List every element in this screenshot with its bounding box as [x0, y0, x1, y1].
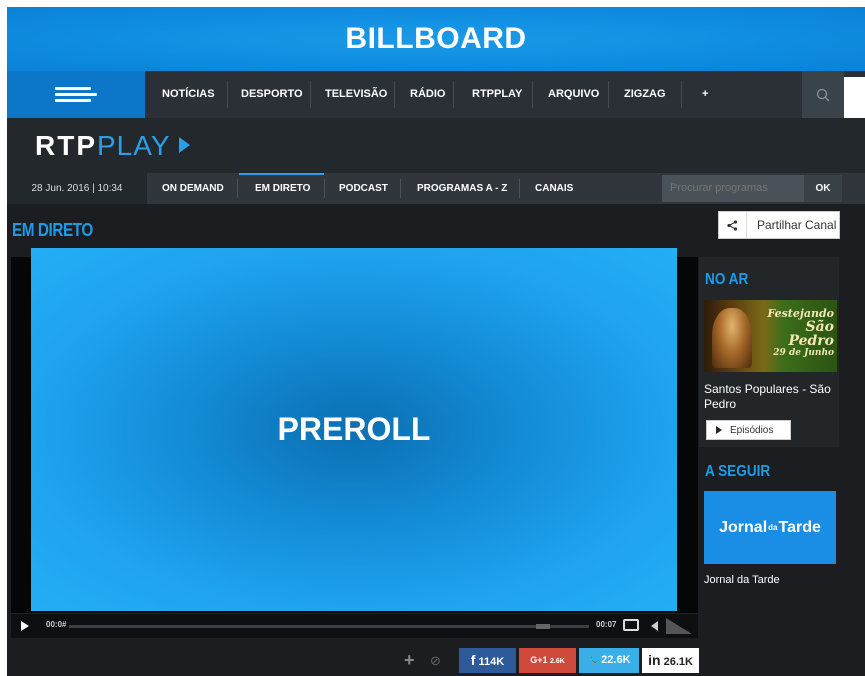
nav-arquivo[interactable]: ARQUIVO [548, 71, 599, 118]
now-playing-title: NO AR [705, 271, 749, 288]
twitter-icon: 🐦 [587, 654, 602, 666]
gplus-label: G+1 [530, 655, 548, 665]
hide-icon[interactable]: ⊘ [430, 648, 441, 673]
player-controls: 00:0# 00:07 [11, 613, 698, 638]
nav-zigzag[interactable]: ZIGZAG [624, 71, 666, 118]
tab-em-direto[interactable]: EM DIRETO [255, 173, 310, 204]
video-player[interactable]: PREROLL 00:0# 00:07 [11, 248, 698, 638]
nav-desporto[interactable]: DESPORTO [241, 71, 303, 118]
current-date: 28 Jun. 2016 | 10:34 [7, 173, 147, 204]
rtp-lines-icon [55, 87, 97, 102]
billboard-label: BILLBOARD [345, 22, 527, 55]
preroll-ad[interactable]: PREROLL [31, 248, 677, 611]
tab-on-demand[interactable]: ON DEMAND [162, 173, 224, 204]
play-icon[interactable] [21, 621, 29, 631]
search-icon [816, 88, 830, 101]
thumbnail-caption: Festejando São Pedro 29 de Junho [767, 307, 834, 358]
elapsed-time: 00:0# [46, 620, 67, 629]
main-content: EM DIRETO Partilhar Canal PREROLL 00:0# … [7, 204, 865, 676]
brand-rtp: RTP [35, 130, 97, 161]
twitter-share-button[interactable]: 🐦22.6K [579, 648, 639, 673]
preroll-label: PREROLL [277, 411, 431, 447]
up-next-title: A SEGUIR [705, 463, 771, 480]
share-icon [719, 212, 747, 238]
now-playing-thumbnail[interactable]: Festejando São Pedro 29 de Junho [704, 300, 837, 372]
play-icon [716, 426, 722, 434]
facebook-share-button[interactable]: f 114K [459, 648, 516, 673]
twitter-count: 22.6K [601, 654, 631, 666]
nav-more[interactable]: + [702, 71, 708, 118]
linkedin-icon: in [648, 652, 661, 668]
remaining-time: 00:07 [596, 620, 617, 629]
linkedin-share-button[interactable]: in 26.1K [642, 648, 699, 673]
program-search-input[interactable] [662, 175, 804, 202]
seek-bar[interactable] [69, 625, 589, 628]
up-next-thumbnail[interactable]: Jornal da Tarde [704, 491, 836, 564]
share-label: Partilhar Canal [757, 218, 837, 232]
sub-navigation: 28 Jun. 2016 | 10:34 ON DEMAND EM DIRETO… [7, 173, 865, 204]
search-ok-button[interactable]: OK [804, 175, 842, 202]
white-tab [844, 77, 865, 118]
now-playing-show[interactable]: Santos Populares - São Pedro [704, 382, 839, 412]
linkedin-count: 26.1K [663, 656, 693, 668]
share-channel-button[interactable]: Partilhar Canal [718, 211, 840, 239]
gplus-share-button[interactable]: G+1 2.6K [519, 648, 576, 673]
saint-figure [712, 308, 752, 368]
brand-bar: RTPPLAY [7, 118, 865, 173]
up-next-show[interactable]: Jornal da Tarde [704, 574, 780, 586]
play-triangle-icon [178, 137, 190, 153]
tab-programas-a-z[interactable]: PROGRAMAS A - Z [417, 173, 507, 204]
tab-podcast[interactable]: PODCAST [339, 173, 388, 204]
fullscreen-icon[interactable] [623, 619, 639, 631]
tab-canais[interactable]: CANAIS [535, 173, 573, 204]
brand-play: PLAY [97, 130, 171, 161]
rtp-logo[interactable] [7, 71, 145, 118]
nav-rtpplay[interactable]: RTPPLAY [472, 71, 522, 118]
rtp-play-logo[interactable]: RTPPLAY [35, 130, 190, 162]
volume-slider[interactable] [666, 618, 692, 634]
add-icon[interactable]: + [404, 648, 415, 673]
billboard-ad[interactable]: BILLBOARD [7, 7, 865, 71]
episodes-button[interactable]: Episódios [706, 420, 791, 440]
page-frame: BILLBOARD NOTÍCIAS DESPORTO TELEVISÃO RÁ… [7, 7, 865, 676]
episodes-label: Episódios [730, 424, 774, 436]
buffer-indicator [536, 624, 550, 629]
facebook-count: 114K [478, 656, 505, 668]
nav-radio[interactable]: RÁDIO [410, 71, 445, 118]
facebook-icon: f [470, 652, 476, 668]
top-navigation: NOTÍCIAS DESPORTO TELEVISÃO RÁDIO RTPPLA… [7, 71, 865, 118]
page-title: EM DIRETO [12, 220, 93, 240]
search-button[interactable] [802, 71, 844, 118]
volume-icon[interactable] [651, 621, 658, 631]
gplus-count: 2.6K [549, 658, 565, 665]
nav-noticias[interactable]: NOTÍCIAS [162, 71, 215, 118]
nav-televisao[interactable]: TELEVISÃO [325, 71, 387, 118]
